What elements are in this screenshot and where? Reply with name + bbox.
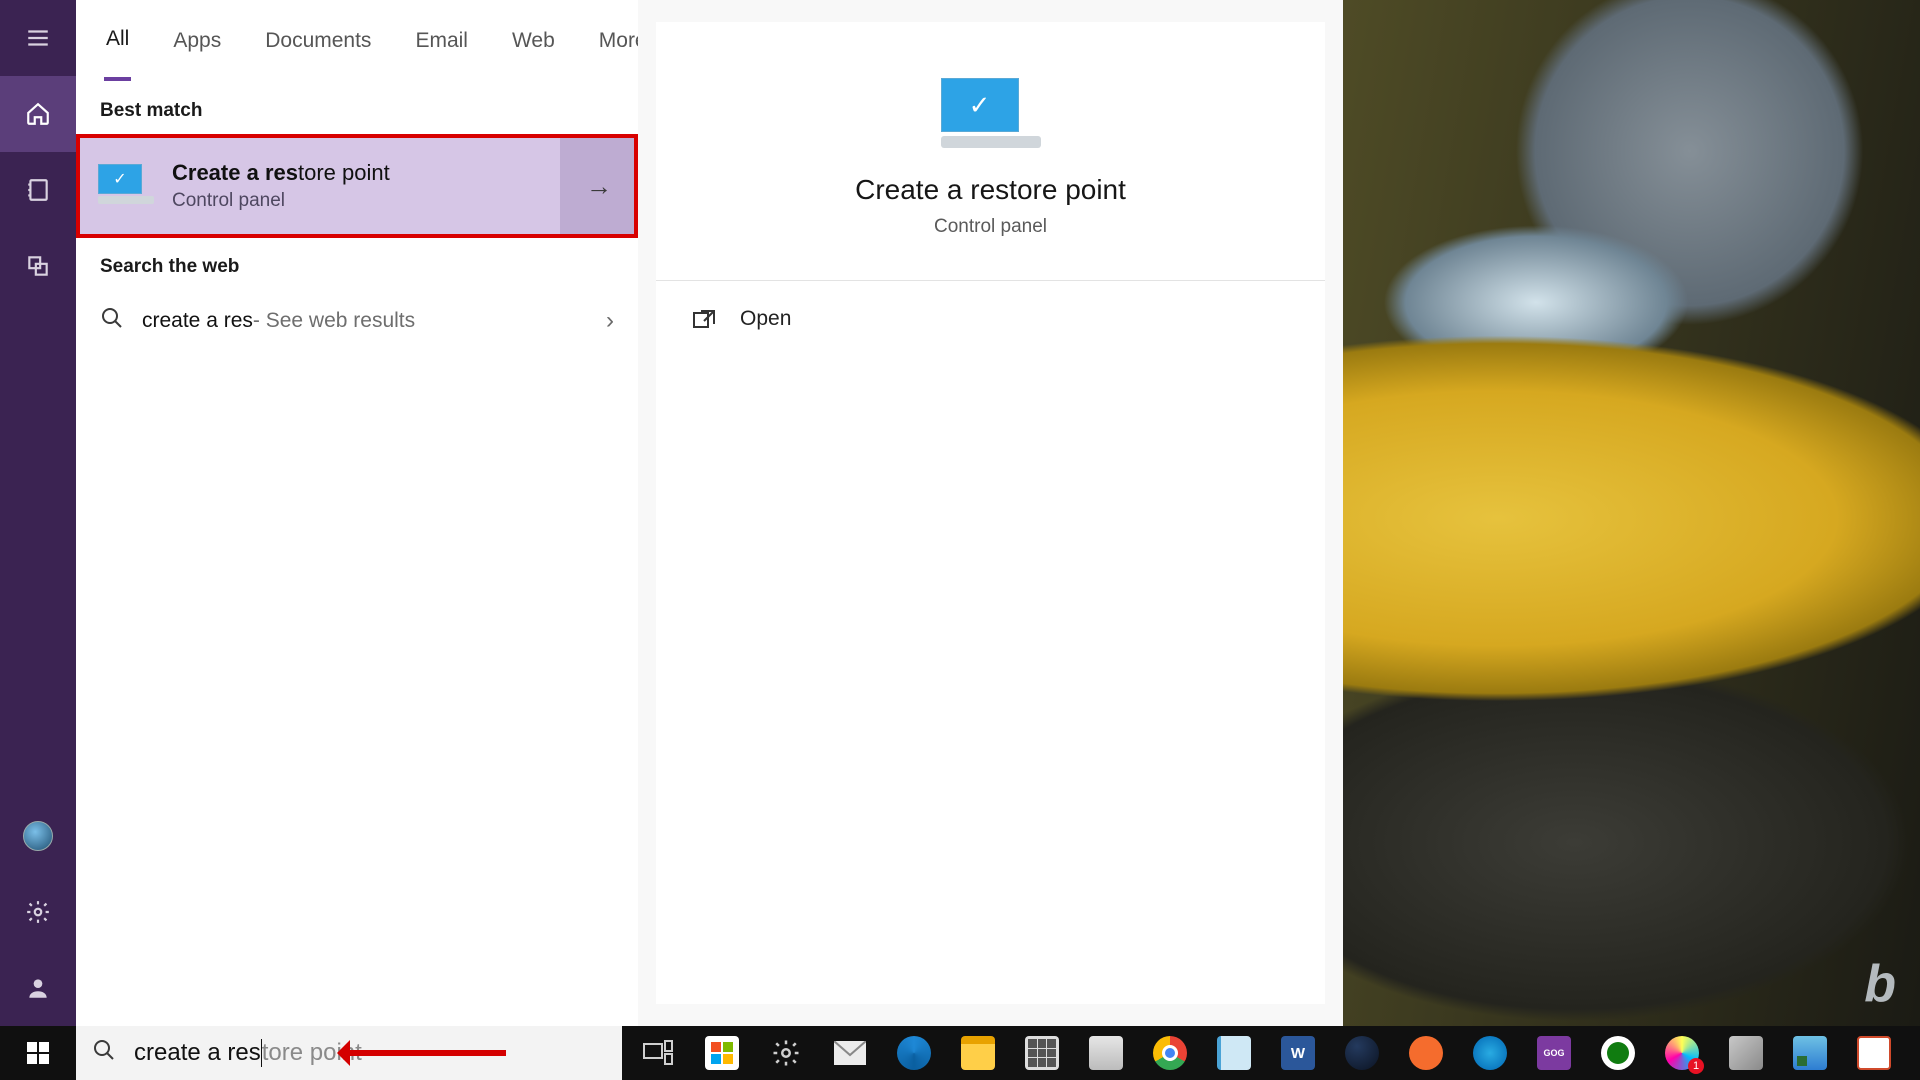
tab-documents[interactable]: Documents <box>263 3 373 79</box>
tab-apps[interactable]: Apps <box>171 3 223 79</box>
printer-icon[interactable] <box>1074 1026 1138 1080</box>
start-search-panel: All Apps Documents Email Web More Feedba… <box>0 0 1343 1026</box>
search-typed-text: create a res <box>134 1039 261 1067</box>
best-match-result[interactable]: Create a restore point Control panel → <box>76 134 638 238</box>
gear-icon[interactable] <box>0 874 76 950</box>
tab-email[interactable]: Email <box>413 3 470 79</box>
edge-icon[interactable] <box>882 1026 946 1080</box>
windows-logo-icon <box>26 1041 50 1065</box>
expand-result-button[interactable]: → <box>560 134 638 238</box>
preview-card: Create a restore point Control panel Ope… <box>656 22 1325 1004</box>
bing-logo: b <box>1864 954 1896 1014</box>
best-match-subtitle: Control panel <box>172 190 390 212</box>
web-result-row[interactable]: create a res - See web results › <box>76 290 638 352</box>
start-sidebar <box>0 0 76 1026</box>
web-result-term: create a res <box>142 309 253 333</box>
origin-icon[interactable] <box>1394 1026 1458 1080</box>
paint3d-icon[interactable]: 1 <box>1650 1026 1714 1080</box>
notification-badge: 1 <box>1688 1058 1704 1074</box>
home-icon[interactable] <box>0 76 76 152</box>
open-label: Open <box>740 307 791 331</box>
open-action[interactable]: Open <box>656 281 1325 357</box>
tool-icon[interactable] <box>1714 1026 1778 1080</box>
taskbar-search-box[interactable]: create a restore point <box>76 1026 622 1080</box>
steam-icon[interactable] <box>1330 1026 1394 1080</box>
uplay-icon[interactable] <box>1458 1026 1522 1080</box>
chrome-icon[interactable] <box>1138 1026 1202 1080</box>
restore-point-icon <box>98 164 154 208</box>
best-match-title: Create a restore point <box>172 160 390 186</box>
user-avatar[interactable] <box>0 798 76 874</box>
search-filter-tabs: All Apps Documents Email Web More Feedba… <box>76 0 638 82</box>
photos-icon[interactable] <box>1778 1026 1842 1080</box>
account-icon[interactable] <box>0 950 76 1026</box>
calculator-icon[interactable] <box>1010 1026 1074 1080</box>
collections-icon[interactable] <box>0 228 76 304</box>
gog-icon[interactable]: GOG <box>1522 1026 1586 1080</box>
word-icon[interactable]: W <box>1266 1026 1330 1080</box>
chevron-right-icon: › <box>606 307 614 335</box>
tab-web[interactable]: Web <box>510 3 557 79</box>
microsoft-store-icon[interactable] <box>690 1026 754 1080</box>
tab-all[interactable]: All <box>104 1 131 81</box>
settings-icon[interactable] <box>754 1026 818 1080</box>
search-icon <box>100 306 124 336</box>
search-results-column: All Apps Documents Email Web More Feedba… <box>76 0 638 1026</box>
xbox-icon[interactable] <box>1586 1026 1650 1080</box>
section-best-match: Best match <box>76 82 638 134</box>
file-explorer-icon[interactable] <box>946 1026 1010 1080</box>
taskbar-pinned-apps: W GOG 1 <box>626 1026 1906 1080</box>
search-icon <box>92 1038 116 1069</box>
preview-subtitle: Control panel <box>934 216 1047 238</box>
annotation-arrow <box>346 1050 506 1056</box>
notebook-icon[interactable] <box>0 152 76 228</box>
web-result-hint: - See web results <box>253 309 415 333</box>
result-preview-pane: Create a restore point Control panel Ope… <box>638 0 1343 1026</box>
start-button[interactable] <box>0 1026 76 1080</box>
hamburger-icon[interactable] <box>0 0 76 76</box>
preview-title: Create a restore point <box>855 174 1126 206</box>
task-view-icon[interactable] <box>626 1026 690 1080</box>
section-search-web: Search the web <box>76 238 638 290</box>
mail-icon[interactable] <box>818 1026 882 1080</box>
restore-point-icon <box>941 78 1041 148</box>
taskbar: create a restore point W GOG 1 <box>0 1026 1920 1080</box>
notepad-icon[interactable] <box>1202 1026 1266 1080</box>
open-icon <box>692 309 716 329</box>
app-icon[interactable] <box>1842 1026 1906 1080</box>
